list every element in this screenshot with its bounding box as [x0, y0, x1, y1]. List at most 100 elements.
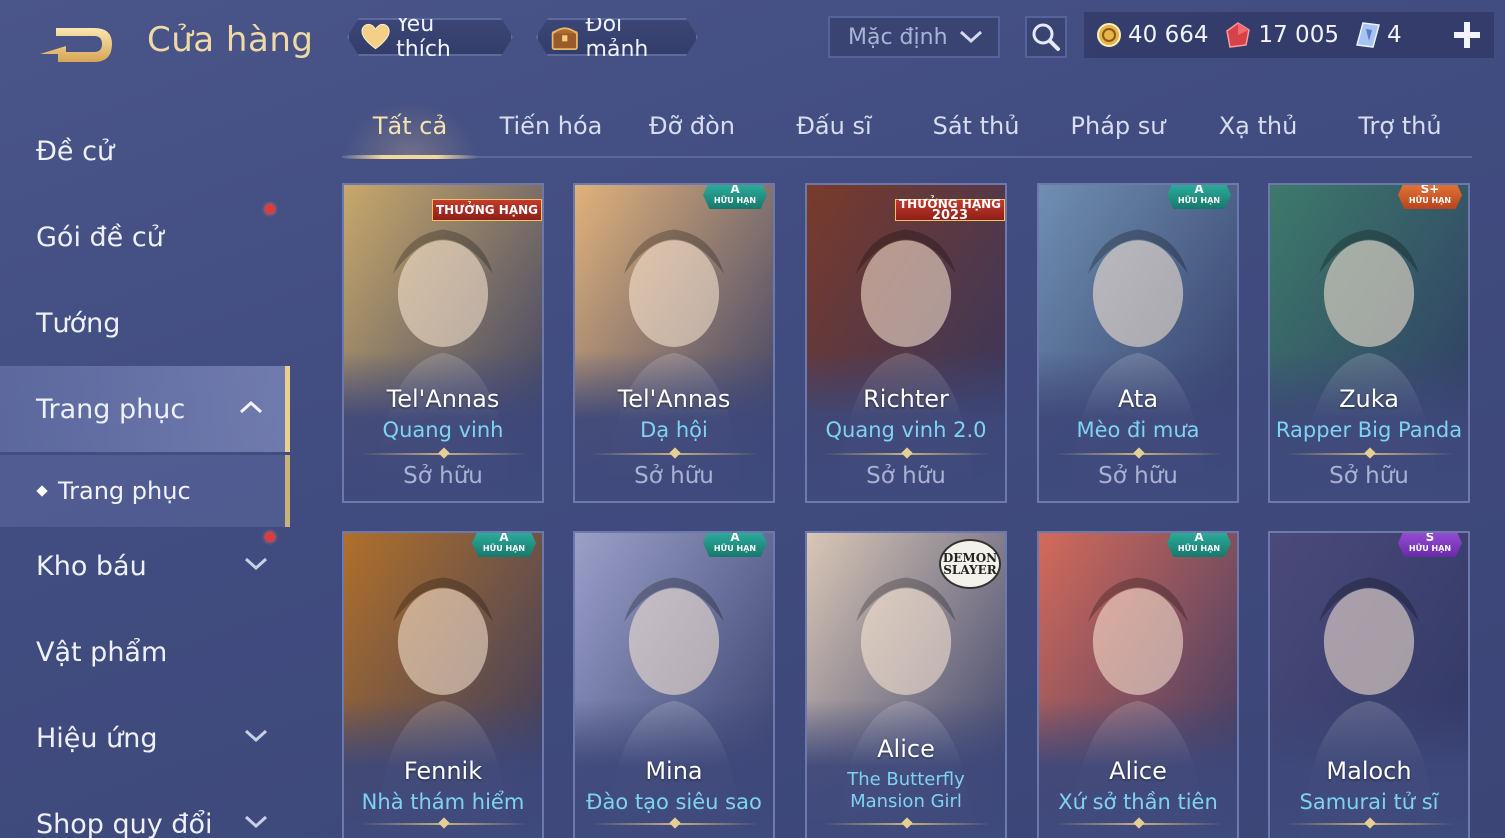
rank-reward-badge: THƯỞNG HẠNG [432, 199, 542, 221]
card-divider [360, 823, 528, 825]
badge-grade: A [730, 531, 740, 544]
tab-support[interactable]: Trợ thủ [1332, 112, 1468, 140]
sidebar-item-effects[interactable]: Hiệu ứng [0, 695, 290, 781]
badge-grade: A [730, 183, 740, 196]
skin-name: Dạ hội [640, 418, 708, 442]
sidebar-item-label: Kho báu [36, 550, 147, 582]
sidebar-item-skins[interactable]: Trang phục [0, 366, 290, 452]
sidebar-item-heroes[interactable]: Tướng [0, 280, 290, 366]
limited-grade-badge: A HỮU HẠN [703, 531, 767, 557]
skin-card[interactable]: A HỮU HẠN Fennik Nhà thám hiểm [342, 531, 544, 838]
gold-currency: 40 664 [1096, 22, 1208, 48]
voucher-currency: 17 005 [1224, 21, 1339, 49]
card-divider [1055, 453, 1223, 455]
skin-name: Quang vinh 2.0 [825, 418, 987, 442]
limited-grade-badge: A HỮU HẠN [703, 183, 767, 209]
skin-card[interactable]: A HỮU HẠN Tel'Annas Dạ hội Sở hữu [573, 183, 775, 503]
sidebar-item-recommended[interactable]: Đề cử [0, 108, 290, 194]
sidebar-item-label: Đề cử [36, 135, 115, 167]
badge-subtext: HỮU HẠN [482, 544, 526, 553]
card-divider [1286, 823, 1454, 825]
skin-name: Đào tạo siêu sao [586, 790, 762, 814]
sidebar-item-label: Gói đề cử [36, 221, 164, 253]
limited-grade-badge: A HỮU HẠN [1167, 185, 1231, 209]
sidebar-item-treasure[interactable]: Kho báu [0, 523, 290, 609]
skin-card[interactable]: A HỮU HẠN Ata Mèo đi mưa Sở hữu [1037, 183, 1239, 503]
chevron-up-icon [239, 400, 263, 414]
tab-all[interactable]: Tất cả [342, 112, 478, 140]
sort-dropdown[interactable]: Mặc định [828, 16, 1000, 58]
ownership-status: Sở hữu [634, 463, 714, 489]
sidebar-item-items[interactable]: Vật phẩm [0, 609, 290, 695]
hero-name: Tel'Annas [617, 385, 731, 413]
skin-card[interactable]: DEMON SLAYER Alice The Butterfly Mansion Gi… [805, 531, 1007, 838]
skin-card[interactable]: A HỮU HẠN Mina Đào tạo siêu sao [573, 531, 775, 838]
limited-grade-badge: A HỮU HẠN [1167, 531, 1231, 557]
skin-card[interactable]: S+ HỮU HẠN Zuka Rapper Big Panda Sở hữu [1268, 183, 1470, 503]
badge-grade: A [1194, 531, 1204, 544]
skin-name: The Butterfly Mansion Girl [847, 769, 965, 812]
tab-mage[interactable]: Pháp sư [1050, 112, 1186, 140]
skin-name: Samurai tử sĩ [1299, 790, 1439, 814]
heart-icon [361, 23, 390, 51]
skin-card[interactable]: THƯỞNG HẠNG 2023 Richter Quang vinh 2.0 Sở h… [805, 183, 1007, 503]
back-arrow-icon[interactable] [36, 22, 116, 66]
favorites-label: Yêu thích [396, 12, 451, 62]
badge-subtext: HỮU HẠN [713, 196, 757, 205]
logo-line: SLAYER [943, 563, 997, 577]
active-tab-underline [342, 155, 478, 159]
card-divider [591, 453, 759, 455]
hero-name: Tel'Annas [386, 385, 500, 413]
sidebar-item-label: Vật phẩm [36, 636, 168, 668]
role-filter-tabs: Tất cả Tiến hóa Đỡ đòn Đấu sĩ Sát thủ Ph… [342, 102, 1472, 159]
sidebar-item-exchange-shop[interactable]: Shop quy đổi [0, 781, 290, 838]
chevron-down-icon [959, 30, 983, 44]
sidebar-subitem-skins[interactable]: Trang phục [0, 455, 290, 527]
sidebar-item-recommended-packs[interactable]: Gói đề cử [0, 194, 290, 280]
badge-subtext: HỮU HẠN [1177, 544, 1221, 553]
gold-coin-icon [1097, 23, 1121, 47]
favorites-button[interactable]: Yêu thích [347, 18, 513, 56]
hero-name: Ata [1117, 385, 1159, 413]
card-divider [360, 453, 528, 455]
exchange-shards-label: Đổi mảnh [585, 12, 649, 62]
tab-assassin[interactable]: Sát thủ [908, 112, 1044, 140]
skin-card[interactable]: A HỮU HẠN Alice Xứ sở thần tiên [1037, 531, 1239, 838]
card-divider [591, 823, 759, 825]
tab-fighter[interactable]: Đấu sĩ [766, 112, 902, 140]
search-icon [1032, 23, 1060, 51]
skin-card[interactable]: THƯỞNG HẠNG Tel'Annas Quang vinh Sở hữu [342, 183, 544, 503]
skin-name: Mèo đi mưa [1076, 418, 1200, 442]
card-divider [1286, 453, 1454, 455]
ownership-status: Sở hữu [866, 463, 946, 489]
add-currency-plus-icon[interactable] [1450, 18, 1484, 52]
ownership-status: Sở hữu [403, 463, 483, 489]
sidebar-item-label: Trang phục [36, 393, 186, 425]
tab-marksman[interactable]: Xạ thủ [1190, 112, 1326, 140]
tab-tank[interactable]: Đỡ đòn [624, 112, 760, 140]
notification-dot [265, 204, 275, 214]
exchange-shards-button[interactable]: Đổi mảnh [536, 18, 698, 56]
badge-grade: S [1425, 531, 1435, 544]
category-sidebar: Đề cử Gói đề cử Tướng Trang phục Trang p… [0, 100, 290, 838]
treasure-chest-icon [550, 21, 580, 53]
badge-subtext: HỮU HẠN [1408, 544, 1452, 553]
hero-name: Alice [877, 735, 935, 763]
sidebar-item-label: Tướng [36, 307, 121, 339]
demon-slayer-logo: DEMON SLAYER [939, 539, 1001, 589]
badge-subtext: HỮU HẠN [1408, 196, 1452, 205]
page-title: Cửa hàng [147, 20, 314, 60]
badge-subtext: HỮU HẠN [713, 544, 757, 553]
card-divider [823, 453, 991, 455]
search-button[interactable] [1025, 16, 1067, 58]
tab-evolution[interactable]: Tiến hóa [482, 112, 620, 140]
hero-name: Zuka [1339, 385, 1399, 413]
badge-grade: A [499, 531, 509, 544]
gold-amount: 40 664 [1128, 22, 1209, 48]
sidebar-item-label: Shop quy đổi [36, 808, 213, 838]
bullet-diamond-icon [36, 485, 48, 497]
skin-card[interactable]: S HỮU HẠN Maloch Samurai tử sĩ [1268, 531, 1470, 838]
limited-grade-badge: A HỮU HẠN [472, 531, 536, 557]
limited-grade-badge: S HỮU HẠN [1398, 531, 1462, 557]
skin-name: Rapper Big Panda [1275, 418, 1463, 442]
